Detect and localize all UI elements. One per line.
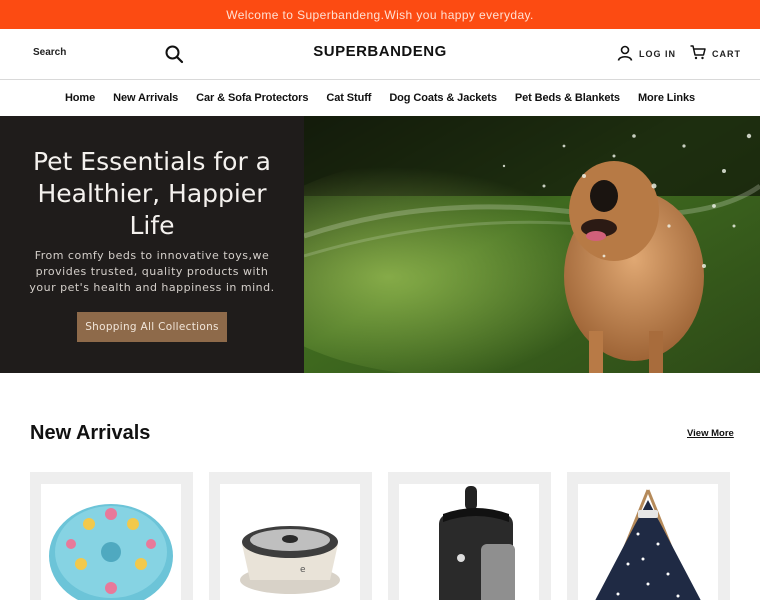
nav-item-home[interactable]: Home — [65, 92, 95, 104]
nav-item-pet-beds-blankets[interactable]: Pet Beds & Blankets — [515, 92, 620, 104]
product-card[interactable]: e — [209, 472, 372, 600]
login-link[interactable]: LOG IN — [617, 45, 676, 63]
site-logo[interactable]: SUPERBANDENG — [280, 43, 480, 60]
water-bowl-image[interactable]: e — [220, 484, 360, 600]
announcement-bar: Welcome to Superbandeng.Wish you happy e… — [0, 0, 760, 29]
product-card[interactable] — [567, 472, 730, 600]
user-icon — [617, 45, 633, 63]
announcement-text: Welcome to Superbandeng.Wish you happy e… — [226, 7, 534, 22]
cart-label: CART — [712, 48, 741, 59]
site-header: Search SUPERBANDENG LOG IN CART — [0, 29, 760, 80]
nav-item-new-arrivals[interactable]: New Arrivals — [113, 92, 178, 104]
shop-all-collections-button[interactable]: Shopping All Collections — [77, 312, 227, 342]
hero-text-panel: Pet Essentials for a Healthier, Happier … — [0, 116, 304, 373]
view-more-link[interactable]: View More — [687, 428, 734, 439]
nav-item-car-sofa-protectors[interactable]: Car & Sofa Protectors — [196, 92, 308, 104]
treat-pouch-image[interactable] — [399, 484, 539, 600]
product-card[interactable] — [388, 472, 551, 600]
hero-dog-image — [304, 116, 760, 373]
svg-text:e: e — [300, 565, 306, 575]
new-arrivals-title: New Arrivals — [30, 422, 151, 444]
nav-item-more-links[interactable]: More Links — [638, 92, 695, 104]
puzzle-feeder-image[interactable] — [41, 484, 181, 600]
login-label: LOG IN — [639, 49, 676, 59]
product-card[interactable] — [30, 472, 193, 600]
cart-icon — [690, 45, 706, 62]
hero-banner: Pet Essentials for a Healthier, Happier … — [0, 116, 760, 373]
search-icon[interactable] — [164, 44, 184, 64]
main-nav: Home New Arrivals Car & Sofa Protectors … — [0, 80, 760, 116]
cart-link[interactable]: CART — [690, 45, 741, 62]
nav-item-dog-coats-jackets[interactable]: Dog Coats & Jackets — [389, 92, 497, 104]
search-input[interactable]: Search — [33, 47, 66, 58]
pet-teepee-image[interactable] — [578, 484, 718, 600]
nav-item-cat-stuff[interactable]: Cat Stuff — [326, 92, 371, 104]
hero-subtitle: From comfy beds to innovative toys,we pr… — [29, 249, 275, 294]
hero-title: Pet Essentials for a Healthier, Happier … — [32, 147, 271, 240]
